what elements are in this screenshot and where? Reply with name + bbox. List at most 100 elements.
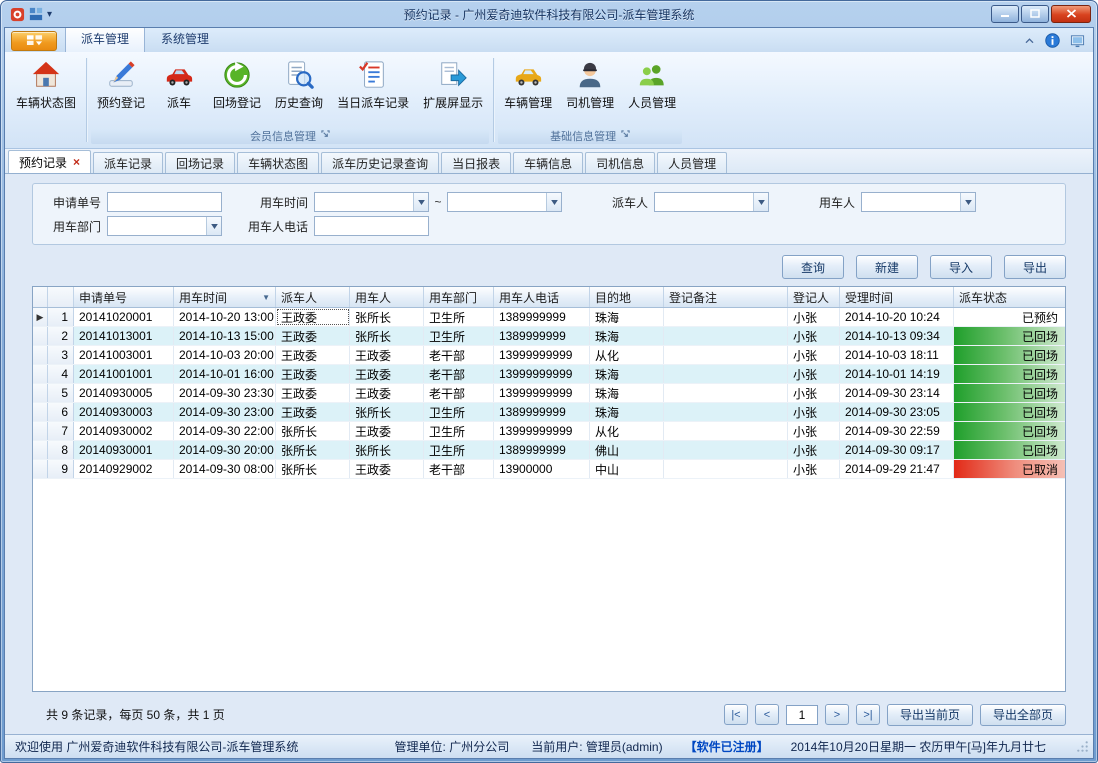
document-tab[interactable]: 派车记录 × bbox=[93, 152, 163, 173]
cell-status[interactable]: 已回场 bbox=[954, 441, 1065, 459]
cell-use-time[interactable]: 2014-09-30 08:00 bbox=[174, 460, 276, 478]
cell-apply-no[interactable]: 20140929002 bbox=[74, 460, 174, 478]
cell-dispatcher[interactable]: 张所长 bbox=[276, 441, 350, 459]
cell-remark[interactable] bbox=[664, 308, 788, 326]
cell-dispatcher[interactable]: 张所长 bbox=[276, 422, 350, 440]
cell-apply-no[interactable]: 20141001001 bbox=[74, 365, 174, 383]
cell-user[interactable]: 王政委 bbox=[350, 384, 424, 402]
use-time-to-combo[interactable] bbox=[447, 192, 562, 212]
cell-remark[interactable] bbox=[664, 346, 788, 364]
cell-department[interactable]: 老干部 bbox=[424, 460, 494, 478]
cell-apply-no[interactable]: 20140930003 bbox=[74, 403, 174, 421]
cell-status[interactable]: 已回场 bbox=[954, 346, 1065, 364]
cell-user[interactable]: 王政委 bbox=[350, 460, 424, 478]
combo-arrow-icon[interactable] bbox=[546, 193, 561, 211]
column-header-phone[interactable]: 用车人电话 bbox=[494, 287, 590, 307]
table-row[interactable]: ▶ 1 20141020001 2014-10-20 13:00 王政委 张所长… bbox=[33, 308, 1065, 327]
caret-down-icon[interactable]: ▾ bbox=[47, 9, 52, 20]
minimize-button[interactable] bbox=[991, 5, 1019, 23]
cell-department[interactable]: 卫生所 bbox=[424, 308, 494, 326]
ribbon-button[interactable]: 人员管理 bbox=[621, 55, 683, 114]
column-header-department[interactable]: 用车部门 bbox=[424, 287, 494, 307]
last-page-button[interactable]: >| bbox=[856, 704, 880, 725]
import-button[interactable]: 导入 bbox=[930, 255, 992, 279]
cell-department[interactable]: 卫生所 bbox=[424, 403, 494, 421]
collapse-ribbon-icon[interactable] bbox=[1024, 37, 1035, 44]
cell-phone[interactable]: 13900000 bbox=[494, 460, 590, 478]
first-page-button[interactable]: |< bbox=[724, 704, 748, 725]
cell-dispatcher[interactable]: 王政委 bbox=[276, 346, 350, 364]
cell-accept-time[interactable]: 2014-09-30 23:14 bbox=[840, 384, 954, 402]
app-menu-button[interactable] bbox=[11, 31, 57, 51]
ribbon-button[interactable]: 回场登记 bbox=[206, 55, 268, 114]
cell-use-time[interactable]: 2014-10-13 15:00 bbox=[174, 327, 276, 345]
cell-dispatcher[interactable]: 王政委 bbox=[276, 403, 350, 421]
cell-registrar[interactable]: 小张 bbox=[788, 441, 840, 459]
cell-registrar[interactable]: 小张 bbox=[788, 308, 840, 326]
document-tab[interactable]: 车辆状态图 × bbox=[237, 152, 319, 173]
prev-page-button[interactable]: < bbox=[755, 704, 779, 725]
column-header-accept-time[interactable]: 受理时间 bbox=[840, 287, 954, 307]
combo-arrow-icon[interactable] bbox=[413, 193, 428, 211]
column-header-remark[interactable]: 登记备注 bbox=[664, 287, 788, 307]
cell-destination[interactable]: 中山 bbox=[590, 460, 664, 478]
ribbon-button[interactable]: 派车 bbox=[152, 55, 206, 114]
cell-destination[interactable]: 珠海 bbox=[590, 365, 664, 383]
export-button[interactable]: 导出 bbox=[1004, 255, 1066, 279]
cell-status[interactable]: 已回场 bbox=[954, 365, 1065, 383]
cell-accept-time[interactable]: 2014-09-30 22:59 bbox=[840, 422, 954, 440]
cell-user[interactable]: 张所长 bbox=[350, 327, 424, 345]
cell-accept-time[interactable]: 2014-10-01 14:19 bbox=[840, 365, 954, 383]
next-page-button[interactable]: > bbox=[825, 704, 849, 725]
cell-user[interactable]: 王政委 bbox=[350, 346, 424, 364]
cell-use-time[interactable]: 2014-09-30 20:00 bbox=[174, 441, 276, 459]
ribbon-button[interactable]: 预约登记 bbox=[90, 55, 152, 114]
document-tab[interactable]: 人员管理 × bbox=[657, 152, 727, 173]
maximize-button[interactable] bbox=[1021, 5, 1049, 23]
switch-window-icon[interactable] bbox=[1070, 33, 1085, 48]
cell-dispatcher[interactable]: 王政委 bbox=[276, 365, 350, 383]
cell-accept-time[interactable]: 2014-09-29 21:47 bbox=[840, 460, 954, 478]
cell-accept-time[interactable]: 2014-10-20 10:24 bbox=[840, 308, 954, 326]
cell-remark[interactable] bbox=[664, 327, 788, 345]
cell-remark[interactable] bbox=[664, 422, 788, 440]
cell-destination[interactable]: 珠海 bbox=[590, 403, 664, 421]
document-tab[interactable]: 当日报表 × bbox=[441, 152, 511, 173]
cell-user[interactable]: 张所长 bbox=[350, 308, 424, 326]
cell-registrar[interactable]: 小张 bbox=[788, 403, 840, 421]
document-tab[interactable]: 派车历史记录查询 × bbox=[321, 152, 439, 173]
cell-status[interactable]: 已回场 bbox=[954, 384, 1065, 402]
cell-status[interactable]: 已回场 bbox=[954, 403, 1065, 421]
cell-apply-no[interactable]: 20140930002 bbox=[74, 422, 174, 440]
ribbon-button[interactable]: 当日派车记录 bbox=[330, 55, 416, 114]
document-tab[interactable]: 车辆信息 × bbox=[513, 152, 583, 173]
license-link[interactable]: 【软件已注册】 bbox=[685, 738, 769, 755]
cell-use-time[interactable]: 2014-09-30 23:30 bbox=[174, 384, 276, 402]
cell-phone[interactable]: 13999999999 bbox=[494, 384, 590, 402]
ribbon-button[interactable]: 车辆管理 bbox=[497, 55, 559, 114]
cell-destination[interactable]: 珠海 bbox=[590, 384, 664, 402]
cell-remark[interactable] bbox=[664, 384, 788, 402]
column-header-status[interactable]: 派车状态 bbox=[954, 287, 1065, 307]
layout-icon[interactable] bbox=[29, 7, 43, 21]
cell-user[interactable]: 王政委 bbox=[350, 422, 424, 440]
use-time-from-combo[interactable] bbox=[314, 192, 429, 212]
phone-input[interactable] bbox=[314, 216, 429, 236]
cell-registrar[interactable]: 小张 bbox=[788, 422, 840, 440]
cell-registrar[interactable]: 小张 bbox=[788, 384, 840, 402]
dialog-launcher-icon[interactable] bbox=[321, 130, 330, 142]
cell-department[interactable]: 卫生所 bbox=[424, 327, 494, 345]
cell-registrar[interactable]: 小张 bbox=[788, 327, 840, 345]
help-icon[interactable] bbox=[1045, 33, 1060, 48]
cell-department[interactable]: 卫生所 bbox=[424, 441, 494, 459]
cell-status[interactable]: 已回场 bbox=[954, 422, 1065, 440]
resize-grip-icon[interactable] bbox=[1076, 740, 1089, 753]
cell-use-time[interactable]: 2014-10-01 16:00 bbox=[174, 365, 276, 383]
cell-department[interactable]: 老干部 bbox=[424, 384, 494, 402]
cell-dispatcher[interactable]: 王政委 bbox=[276, 327, 350, 345]
cell-registrar[interactable]: 小张 bbox=[788, 365, 840, 383]
combo-arrow-icon[interactable] bbox=[206, 217, 221, 235]
table-row[interactable]: 9 20140929002 2014-09-30 08:00 张所长 王政委 老… bbox=[33, 460, 1065, 479]
document-tab[interactable]: 司机信息 × bbox=[585, 152, 655, 173]
cell-remark[interactable] bbox=[664, 365, 788, 383]
